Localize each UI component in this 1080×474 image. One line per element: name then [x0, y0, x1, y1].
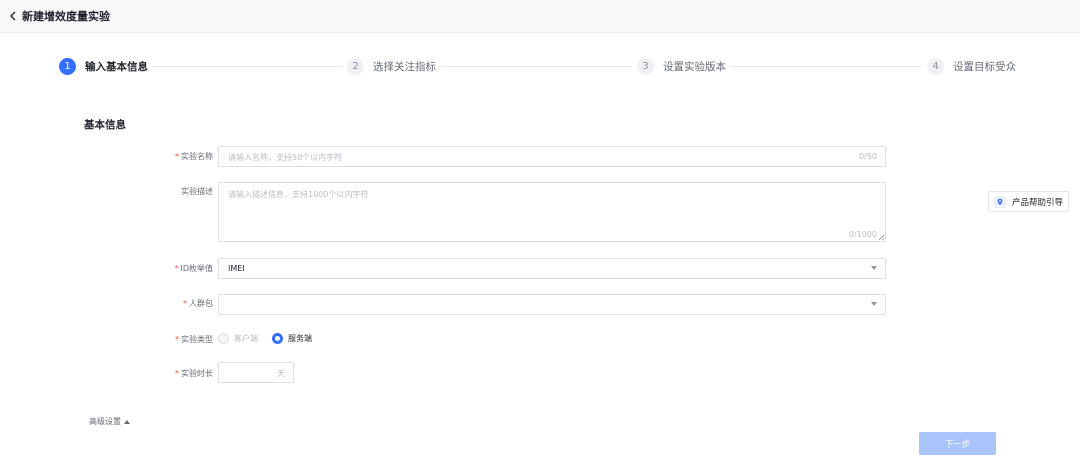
chevron-left-icon[interactable] — [8, 9, 18, 23]
description-placeholder: 请输入描述信息，支持1000个以内字符 — [228, 190, 369, 199]
required-mark: * — [183, 299, 187, 308]
radio-label: 客户端 — [234, 333, 258, 343]
id-type-value: IMEI — [228, 264, 245, 273]
name-label: * 实验名称 — [175, 152, 213, 161]
caret-up-icon — [124, 419, 130, 424]
required-mark: * — [175, 335, 179, 344]
radio-label: 服务端 — [288, 333, 312, 343]
description-label: 实验描述 — [181, 187, 213, 196]
radio-circle — [272, 332, 283, 344]
location-pin-icon — [994, 195, 1006, 208]
name-placeholder: 请输入名称，支持50个以内字符 — [228, 153, 343, 162]
description-counter: 0/1000 — [848, 230, 877, 239]
step-connector — [152, 65, 342, 67]
step-1: 1 输入基本信息 — [59, 57, 148, 75]
radio-server[interactable]: 服务端 — [272, 332, 312, 344]
step-label: 设置实验版本 — [663, 60, 726, 73]
step-number: 2 — [347, 57, 364, 75]
audience-select[interactable] — [218, 294, 886, 315]
duration-label: * 实验时长 — [175, 369, 213, 378]
step-number: 1 — [59, 57, 76, 75]
product-help-label: 产品帮助引导 — [1012, 197, 1064, 208]
audience-label: * 人群包 — [183, 299, 213, 308]
step-number: 4 — [927, 57, 944, 75]
chevron-down-icon — [871, 302, 877, 306]
radio-circle — [218, 332, 229, 344]
step-4: 4 设置目标受众 — [927, 57, 1016, 75]
step-connector — [731, 65, 921, 67]
duration-input[interactable]: 天 — [218, 362, 294, 383]
section-title: 基本信息 — [84, 119, 126, 131]
step-2: 2 选择关注指标 — [347, 57, 436, 75]
step-3: 3 设置实验版本 — [637, 57, 726, 75]
id-type-select[interactable]: IMEI — [218, 258, 886, 279]
advanced-settings-label: 高级设置 — [89, 417, 121, 426]
name-counter: 0/50 — [859, 152, 877, 161]
required-mark: * — [175, 369, 179, 378]
required-mark: * — [175, 152, 179, 161]
chevron-down-icon — [871, 266, 877, 270]
type-label: * 实验类型 — [175, 335, 213, 344]
radio-client[interactable]: 客户端 — [218, 332, 258, 344]
step-connector — [442, 65, 632, 67]
id-type-label: * ID枚举值 — [174, 264, 213, 273]
name-input[interactable]: 请输入名称，支持50个以内字符 0/50 — [218, 146, 886, 167]
step-number: 3 — [637, 57, 654, 75]
duration-suffix: 天 — [277, 369, 285, 378]
resize-handle-icon[interactable] — [879, 235, 884, 240]
required-mark: * — [174, 264, 179, 273]
type-radio-group: 客户端 服务端 — [218, 331, 326, 345]
top-bar: 新建增效度量实验 — [0, 0, 1080, 33]
product-help-button[interactable]: 产品帮助引导 — [988, 191, 1069, 212]
page-title: 新建增效度量实验 — [22, 10, 110, 23]
step-label: 选择关注指标 — [373, 60, 436, 73]
advanced-settings-toggle[interactable]: 高级设置 — [89, 416, 130, 427]
next-step-button[interactable]: 下一步 — [919, 432, 996, 455]
steps-bar: 1 输入基本信息 2 选择关注指标 3 设置实验版本 4 设置目标受众 — [0, 57, 1080, 75]
step-label: 设置目标受众 — [953, 60, 1016, 73]
step-label: 输入基本信息 — [85, 60, 148, 73]
description-textarea[interactable]: 请输入描述信息，支持1000个以内字符 0/1000 — [218, 182, 886, 242]
